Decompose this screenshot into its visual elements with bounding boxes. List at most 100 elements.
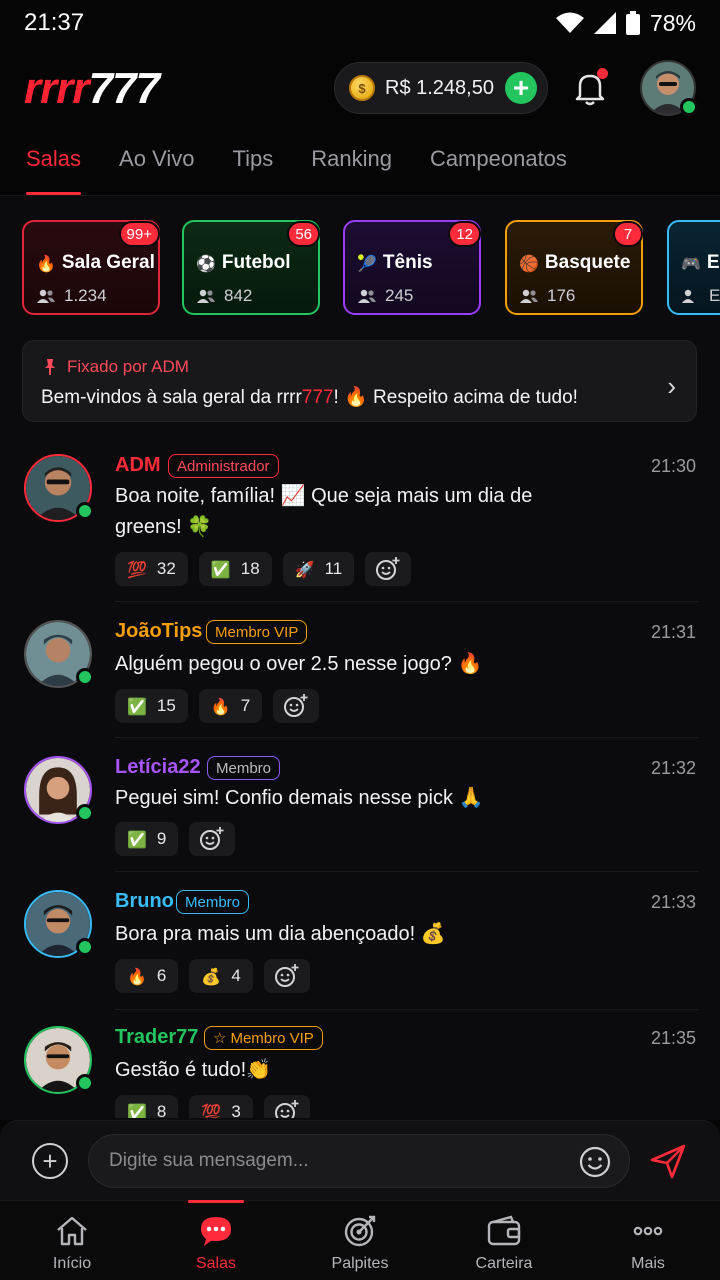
avatar[interactable] <box>24 890 94 958</box>
app-logo[interactable]: rrrr777 <box>24 64 160 114</box>
users-icon <box>520 289 538 303</box>
avatar[interactable] <box>24 1026 94 1094</box>
add-reaction-button[interactable] <box>189 822 236 856</box>
nav-label: Salas <box>195 1255 237 1272</box>
chat-feed[interactable]: ADM Administrador 21:30 Boa noite, famíl… <box>0 440 720 1118</box>
add-emoji-icon <box>284 694 308 717</box>
room-name: E- <box>706 252 720 273</box>
nav-inicio[interactable]: Início <box>0 1201 144 1280</box>
room-card-sala-geral[interactable]: 🔥 Sala Geral 1.234 99+ <box>22 220 160 315</box>
reaction-fire[interactable]: 🔥 6 <box>115 959 179 993</box>
nav-salas[interactable]: Salas <box>144 1200 288 1280</box>
rooms-carousel[interactable]: 🔥 Sala Geral 1.234 99+ ⚽ Futebol 842 56 🎾 T… <box>22 218 720 318</box>
add-emoji-icon <box>200 827 224 850</box>
room-card-futebol[interactable]: ⚽ Futebol 842 56 <box>182 220 320 315</box>
wallet-icon <box>487 1215 521 1246</box>
bottom-navigation: Início Salas Palpites Carteira Mais <box>0 1200 720 1280</box>
username[interactable]: Letícia22 <box>115 756 201 779</box>
unread-badge: 12 <box>448 221 481 247</box>
notification-dot <box>597 68 608 79</box>
message-text: Bora pra mais um dia abençoado! 💰 <box>115 923 446 945</box>
add-emoji-icon <box>274 1100 299 1118</box>
tab-campeonatos[interactable]: Campeonatos <box>430 130 567 195</box>
role-badge: Administrador <box>168 454 279 478</box>
pinned-text-start: Bem-vindos à sala geral da rrrr <box>41 387 302 408</box>
wallet-balance[interactable]: $ R$ 1.248,50 + <box>334 62 548 114</box>
room-card-esports[interactable]: 🎮E- E <box>667 220 720 315</box>
pinned-text-brand: 777 <box>301 387 334 408</box>
reaction-check[interactable]: ✅ 8 <box>115 1095 179 1118</box>
nav-palpites[interactable]: Palpites <box>288 1201 432 1280</box>
tab-ao-vivo[interactable]: Ao Vivo <box>119 130 194 195</box>
notifications-button[interactable] <box>570 68 610 108</box>
fire-icon: 🔥 <box>36 253 56 273</box>
tab-ranking[interactable]: Ranking <box>311 130 392 195</box>
add-reaction-button[interactable] <box>263 959 310 993</box>
check-icon: ✅ <box>127 829 147 849</box>
username[interactable]: Bruno <box>115 890 174 913</box>
reaction-check[interactable]: ✅ 15 <box>115 689 188 723</box>
reaction-count: 3 <box>231 1102 241 1118</box>
pin-icon <box>45 359 55 375</box>
users-icon <box>37 289 55 303</box>
pinned-message[interactable]: Fixado por ADM Bem-vindos à sala geral d… <box>22 340 697 422</box>
chat-message: Trader77 ☆ Membro VIP 21:35 Gestão é tudo… <box>0 1010 720 1118</box>
online-indicator <box>76 804 94 822</box>
reaction-hundred[interactable]: 💯 32 <box>115 552 188 586</box>
avatar[interactable] <box>24 454 94 522</box>
online-indicator <box>76 1074 94 1092</box>
username[interactable]: Trader77 <box>115 1026 198 1049</box>
add-emoji-icon <box>376 557 400 580</box>
attach-button[interactable]: + <box>32 1143 68 1179</box>
reaction-check[interactable]: ✅ 9 <box>115 822 179 856</box>
users-icon <box>358 289 376 303</box>
app-header: rrrr777 $ R$ 1.248,50 + <box>0 56 720 122</box>
reaction-hundred[interactable]: 💯 3 <box>189 1095 253 1118</box>
add-reaction-button[interactable] <box>273 689 320 723</box>
battery-percent: 78% <box>649 9 696 36</box>
add-reaction-button[interactable] <box>365 552 412 586</box>
username[interactable]: JoãoTips <box>115 620 202 643</box>
nav-label: Início <box>52 1255 92 1272</box>
main-tabs: Salas Ao Vivo Tips Ranking Campeonatos <box>0 130 720 196</box>
signal-icon <box>593 12 616 34</box>
add-funds-button[interactable]: + <box>505 72 537 104</box>
star-icon: ☆ <box>213 1030 227 1047</box>
reaction-money-bag[interactable]: 💰 4 <box>189 959 253 993</box>
nav-carteira[interactable]: Carteira <box>432 1201 576 1280</box>
fire-icon: 🔥 <box>210 696 231 716</box>
tab-salas[interactable]: Salas <box>26 130 82 195</box>
online-indicator <box>76 668 94 686</box>
avatar[interactable] <box>24 620 94 688</box>
online-indicator <box>76 938 94 956</box>
chat-message: ADM Administrador 21:30 Boa noite, famíl… <box>0 440 720 602</box>
room-card-tenis[interactable]: 🎾 Tênis 245 12 <box>343 220 481 315</box>
status-time: 21:37 <box>24 9 85 36</box>
message-time: 21:31 <box>650 622 696 642</box>
nav-label: Carteira <box>475 1255 533 1272</box>
unread-badge: 7 <box>613 221 643 247</box>
reaction-check[interactable]: ✅ 18 <box>198 552 272 586</box>
nav-mais[interactable]: Mais <box>576 1201 720 1280</box>
message-input[interactable] <box>88 1134 630 1188</box>
tab-tips[interactable]: Tips <box>232 130 273 195</box>
send-button[interactable] <box>648 1141 688 1181</box>
reactions-row: ✅ 8 💯 3 <box>115 1095 310 1118</box>
add-reaction-button[interactable] <box>263 1095 310 1118</box>
users-icon <box>197 289 215 303</box>
room-member-count: E <box>709 286 720 305</box>
hundred-icon: 💯 <box>127 559 147 579</box>
avatar[interactable] <box>24 756 94 824</box>
username[interactable]: ADM <box>115 454 161 477</box>
wifi-icon <box>555 12 584 33</box>
chevron-right-icon: › <box>667 371 676 401</box>
profile-avatar[interactable] <box>640 60 698 116</box>
coin-icon: $ <box>349 75 375 101</box>
chat-message: Letícia22 Membro 21:32 Peguei sim! Confi… <box>0 738 720 872</box>
reaction-rocket[interactable]: 🚀 11 <box>282 552 355 586</box>
reaction-fire[interactable]: 🔥 7 <box>198 689 263 723</box>
emoji-button[interactable] <box>578 1145 612 1179</box>
chat-message: Bruno Membro 21:33 Bora pra mais um dia … <box>0 872 720 1010</box>
soccer-ball-icon: ⚽ <box>196 253 216 273</box>
room-card-basquete[interactable]: 🏀 Basquete 176 7 <box>505 220 643 315</box>
